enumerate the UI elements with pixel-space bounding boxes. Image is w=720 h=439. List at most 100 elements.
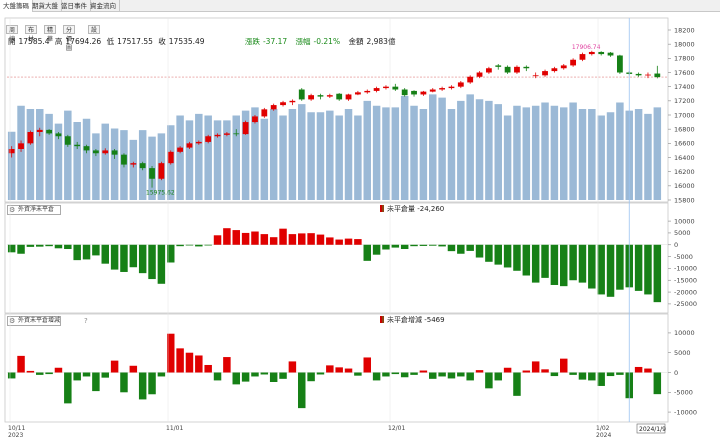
volume-bar — [82, 118, 91, 200]
oi-change-bar — [419, 370, 428, 373]
candle-body — [102, 150, 109, 154]
oi-bar — [73, 244, 81, 261]
volume-bar — [400, 96, 409, 200]
oi-bar — [503, 244, 512, 268]
oi-bar — [363, 244, 371, 261]
volume-bar — [7, 131, 16, 200]
candle-body — [654, 73, 661, 78]
candle-body — [392, 86, 399, 90]
oi-change-bar — [429, 372, 437, 379]
x-year-label: 2023 — [8, 432, 23, 439]
oi-bar — [316, 234, 325, 245]
oi-change-bar — [597, 372, 605, 386]
oi-bar — [7, 244, 16, 253]
volume-bar — [26, 109, 35, 200]
oi-change-bar — [157, 372, 166, 377]
oi-change-bar — [531, 361, 540, 373]
oi-bar — [560, 244, 568, 287]
oi-change-bar — [653, 372, 662, 395]
oi-change-bar — [541, 369, 549, 373]
candle-body — [457, 82, 464, 87]
oi-change-bar — [382, 372, 390, 377]
oi-change-bar — [120, 372, 128, 393]
volume-bar — [92, 133, 100, 200]
volume-bar — [232, 115, 240, 200]
volume-bar — [260, 118, 269, 200]
y-tick-label: 0 — [674, 369, 678, 377]
volume-bar — [298, 104, 306, 200]
volume-bar — [176, 115, 184, 200]
oi-bar — [438, 244, 446, 247]
oi-bar — [644, 244, 652, 295]
oi-change-bar — [129, 365, 138, 373]
y-tick-label: 10000 — [674, 217, 695, 225]
volume-bar — [578, 109, 587, 200]
oi-change-bar — [269, 372, 278, 382]
stock-chart[interactable]: 17906.74 15975.62 15800 16000 16200 16400 1660… — [0, 0, 720, 439]
y-tick-label: -10000 — [674, 408, 697, 416]
oi-bar — [269, 237, 278, 245]
oi-change-bar — [363, 357, 371, 373]
candle-body — [18, 143, 24, 149]
volume-bar — [531, 105, 540, 200]
oi-bar — [64, 244, 72, 250]
oi-bar — [279, 228, 287, 245]
candle-body — [383, 86, 389, 89]
oi-change-bar — [185, 352, 194, 373]
x-tick-label: 1/02 — [596, 425, 610, 432]
volume-bar — [494, 104, 502, 200]
volume-bar — [429, 94, 437, 200]
oi-change-bar — [391, 372, 400, 375]
oi-bar — [466, 244, 474, 251]
oi-change-bar — [457, 372, 465, 377]
oi-bar — [307, 233, 315, 245]
volume-bar — [410, 105, 418, 200]
oi-change-bar — [176, 348, 184, 373]
oi-change-bar — [513, 372, 521, 396]
oi-bar — [223, 228, 231, 245]
candle-body — [158, 163, 165, 179]
volume-bar — [475, 99, 484, 200]
oi-change-bar — [26, 370, 35, 373]
oi-change-bar — [195, 355, 203, 373]
oi-bar — [634, 244, 643, 291]
y-tick-label: 17400 — [674, 83, 695, 91]
volume-bar — [634, 109, 643, 200]
y-tick-label: 18000 — [674, 40, 695, 48]
oi-change-bar — [588, 372, 596, 381]
candle-body — [542, 71, 548, 76]
candle-body — [495, 65, 502, 67]
oi-change-bar — [560, 358, 568, 373]
oi-change-bar — [251, 372, 259, 377]
y-tick-label: -5000 — [674, 253, 693, 261]
oi-bar — [260, 234, 269, 245]
oi-change-bar — [64, 372, 72, 404]
candle-body — [261, 109, 268, 117]
volume-bar — [522, 107, 531, 200]
candle-body — [167, 151, 174, 164]
oi-change-bar — [36, 372, 44, 375]
candle-body — [532, 75, 539, 77]
candle-body — [326, 95, 333, 97]
volume-bar — [644, 113, 652, 200]
volume-bar — [485, 100, 493, 200]
high-annotation: 17906.74 — [572, 44, 601, 51]
oi-change-bar — [288, 361, 297, 373]
candle-body — [64, 136, 71, 145]
oi-change-bar — [223, 357, 231, 373]
volume-bar — [616, 102, 624, 200]
y-tick-label: 0 — [674, 241, 678, 249]
volume-bar — [569, 102, 577, 200]
volume-bar — [326, 110, 334, 200]
volume-bar — [185, 120, 194, 200]
candle-body — [420, 91, 427, 95]
candle-body — [598, 51, 605, 55]
y-tick-label: 16000 — [674, 182, 695, 190]
oi-bar — [475, 244, 484, 258]
volume-bar — [503, 115, 512, 200]
oi-bar — [213, 235, 222, 245]
candle-body — [354, 92, 361, 95]
y-tick-label: 16800 — [674, 125, 695, 133]
oi-bar — [26, 244, 35, 247]
oi-bar — [606, 244, 615, 297]
